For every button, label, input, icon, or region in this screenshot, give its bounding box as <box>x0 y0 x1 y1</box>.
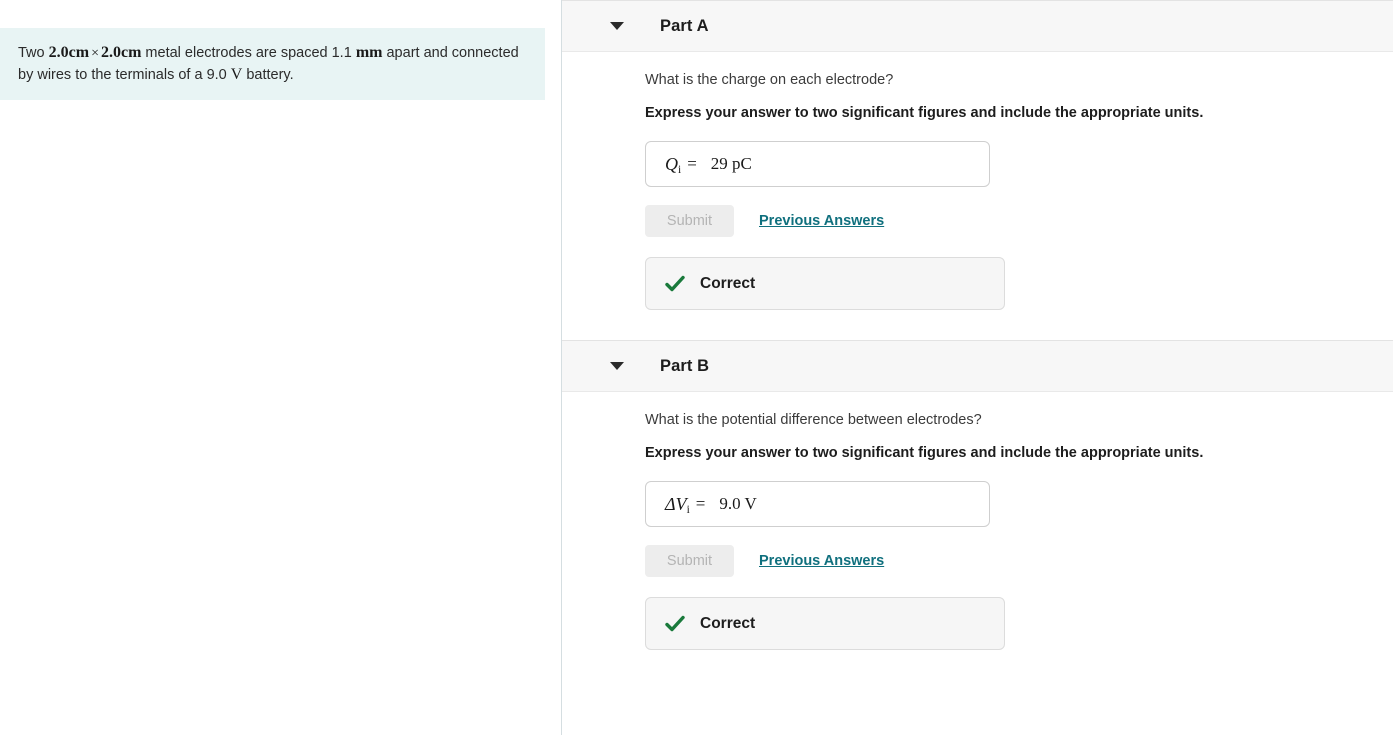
instruction-text-a: Express your answer to two significant f… <box>645 105 1204 121</box>
submit-button-a[interactable]: Submit <box>645 205 734 237</box>
action-row-a: Submit Previous Answers <box>645 205 1393 237</box>
action-row-b: Submit Previous Answers <box>645 545 1393 577</box>
problem-dimension-2: 2.0cm <box>100 44 142 61</box>
feedback-box-a: Correct <box>645 257 1005 310</box>
check-icon <box>665 274 685 294</box>
question-text-a: What is the charge on each electrode? <box>645 72 894 88</box>
answer-variable-symbol-a: Q <box>665 153 678 174</box>
answer-variable-a: Qi <box>665 153 682 176</box>
question-text-b: What is the potential difference between… <box>645 412 982 428</box>
submit-button-b[interactable]: Submit <box>645 545 734 577</box>
problem-mid-text: metal electrodes are spaced 1.1 <box>141 45 356 61</box>
chevron-down-icon[interactable] <box>610 22 624 30</box>
part-title-a: Part A <box>660 16 709 35</box>
problem-statement-text: Two 2.0cm × 2.0cm metal electrodes are spa… <box>18 42 525 86</box>
answer-value-b[interactable]: 9.0 V <box>719 494 756 514</box>
check-icon <box>665 614 685 634</box>
problem-dimension-1: 2.0cm <box>48 44 90 61</box>
multiplication-sign: × <box>91 46 99 61</box>
answer-equals-a: = <box>687 154 697 173</box>
problem-unit-mm: mm <box>355 44 383 61</box>
previous-answers-link-b[interactable]: Previous Answers <box>759 553 884 569</box>
part-a-bottom-spacer <box>562 310 1393 340</box>
part-body-a: What is the charge on each electrode? Ex… <box>562 52 1393 310</box>
answer-equals-b: = <box>695 494 706 513</box>
problem-lead: Two <box>18 45 49 61</box>
problem-tail-text: battery. <box>242 67 294 83</box>
feedback-box-b: Correct <box>645 597 1005 650</box>
part-title-b: Part B <box>660 356 710 375</box>
instruction-text-b: Express your answer to two significant f… <box>645 445 1204 461</box>
part-body-b: What is the potential difference between… <box>562 392 1393 650</box>
answer-variable-subscript-b: i <box>686 503 690 516</box>
problem-unit-volt: V <box>230 66 243 83</box>
answer-variable-b: ΔVi <box>665 493 690 516</box>
answer-variable-symbol-b: ΔV <box>665 493 687 514</box>
answer-input-a[interactable]: Qi = 29 pC <box>645 141 990 187</box>
chevron-down-icon[interactable] <box>610 362 624 370</box>
problem-page: Two 2.0cm × 2.0cm metal electrodes are spa… <box>0 0 1393 738</box>
part-header-a[interactable]: Part A <box>562 0 1393 52</box>
part-header-b[interactable]: Part B <box>562 340 1393 392</box>
previous-answers-link-a[interactable]: Previous Answers <box>759 213 884 229</box>
feedback-label-b: Correct <box>700 614 756 632</box>
part-block-b: Part B What is the potential difference … <box>562 340 1393 650</box>
answer-input-b[interactable]: ΔVi = 9.0 V <box>645 481 990 527</box>
parts-panel: Part A What is the charge on each electr… <box>562 0 1393 738</box>
feedback-label-a: Correct <box>700 274 756 292</box>
problem-statement-panel: Two 2.0cm × 2.0cm metal electrodes are spa… <box>0 0 561 738</box>
part-block-a: Part A What is the charge on each electr… <box>562 0 1393 340</box>
problem-statement-box: Two 2.0cm × 2.0cm metal electrodes are spa… <box>0 28 545 100</box>
answer-value-a[interactable]: 29 pC <box>711 154 752 174</box>
answer-variable-subscript-a: i <box>678 163 682 176</box>
